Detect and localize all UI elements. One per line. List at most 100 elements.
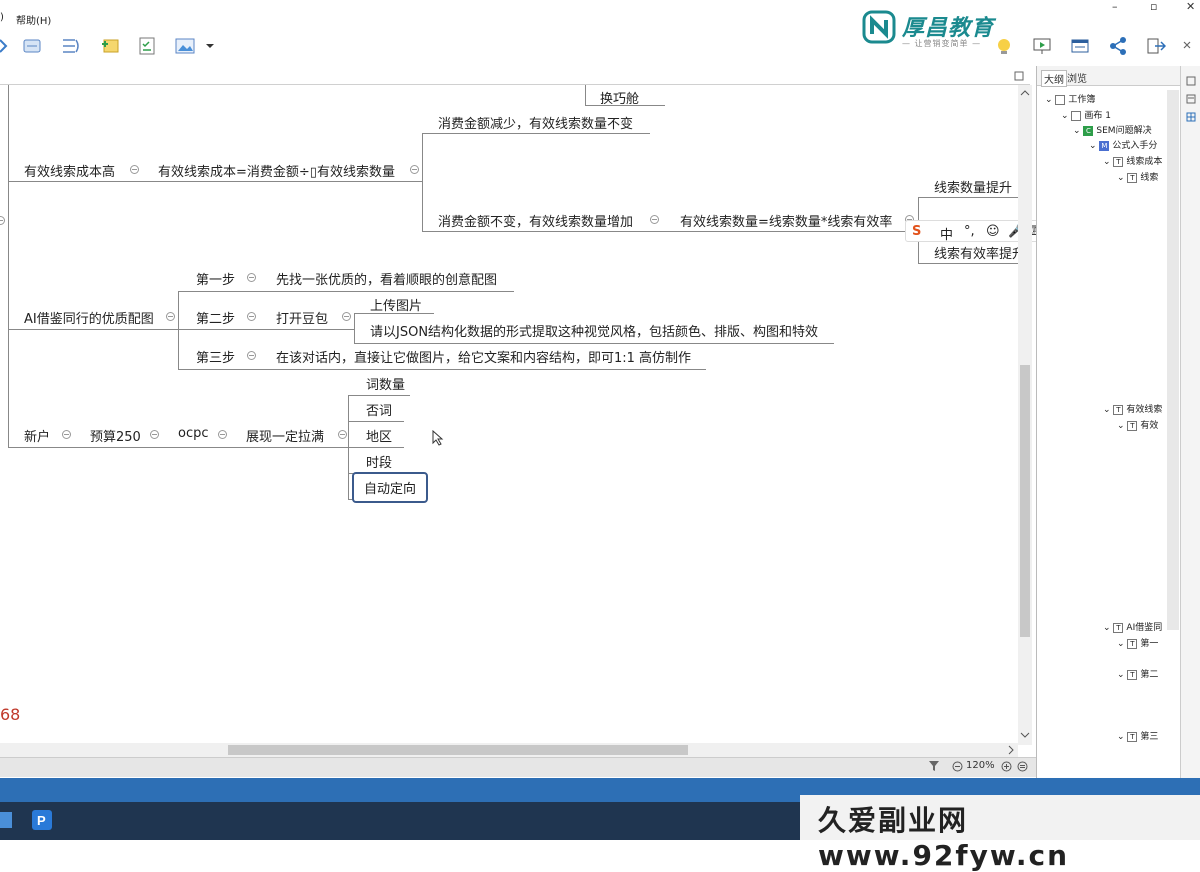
scroll-down-icon[interactable] bbox=[1020, 730, 1030, 740]
ime-logo-icon[interactable]: S bbox=[912, 224, 921, 239]
connector bbox=[585, 85, 586, 105]
more-icon[interactable] bbox=[1182, 40, 1192, 52]
node-new-item-1[interactable]: 词数量 bbox=[366, 374, 405, 393]
scroll-right-icon[interactable] bbox=[1006, 745, 1016, 755]
outline-row[interactable]: ⌄ 画布 1 bbox=[1061, 108, 1111, 121]
outline-row[interactable]: ⌄ T 有效线索 bbox=[1103, 402, 1162, 415]
grid-icon[interactable] bbox=[1186, 112, 1196, 122]
close-button[interactable]: ✕ bbox=[1186, 0, 1195, 13]
zoom-in-icon[interactable] bbox=[1001, 761, 1012, 772]
minimize-button[interactable]: – bbox=[1112, 0, 1118, 13]
notes-icon[interactable] bbox=[1186, 94, 1196, 104]
node-ai-root[interactable]: AI借鉴同行的优质配图 bbox=[24, 308, 154, 327]
outline-row[interactable]: ⌄ T 第二 bbox=[1117, 667, 1158, 680]
connector bbox=[178, 329, 354, 330]
node-cost-leaf2[interactable]: 线索有效率提升 bbox=[934, 243, 1018, 262]
outline-row[interactable]: ⌄ T 第三 bbox=[1117, 729, 1158, 742]
tab-browse[interactable]: 浏览 bbox=[1067, 70, 1087, 85]
collapse-toggle[interactable] bbox=[410, 165, 419, 174]
collapse-toggle[interactable] bbox=[342, 312, 351, 321]
outline-row[interactable]: ⌄ T 有效 bbox=[1117, 418, 1158, 431]
logo-slogan: — 让营销变简单 — bbox=[902, 39, 982, 48]
branch-icon[interactable] bbox=[0, 36, 8, 56]
menu-fragment[interactable]: ) bbox=[0, 12, 4, 23]
outline-row[interactable]: ⌄ T 线索 bbox=[1117, 170, 1158, 183]
collapse-toggle[interactable] bbox=[62, 430, 71, 439]
node-ai-step2-sub1[interactable]: 上传图片 bbox=[370, 295, 422, 314]
mindmap-canvas[interactable]: 换巧舱 有效线索成本高 有效线索成本=消费金额÷▯有效线索数量 消费金额减少，有… bbox=[0, 85, 1018, 745]
node-new-show[interactable]: 展现一定拉满 bbox=[246, 426, 324, 445]
node-new-ocpc[interactable]: ocpc bbox=[178, 426, 209, 441]
export-icon[interactable] bbox=[1146, 36, 1166, 56]
node-cost-formula2[interactable]: 有效线索数量=线索数量*线索有效率 bbox=[680, 211, 892, 230]
node-new-root[interactable]: 新户 bbox=[24, 426, 50, 445]
outline-row[interactable]: ⌄ 工作簿 bbox=[1045, 92, 1095, 105]
fit-zoom-icon[interactable] bbox=[1017, 761, 1028, 772]
node-cost-leaf1[interactable]: 线索数量提升 bbox=[934, 177, 1012, 196]
scroll-up-icon[interactable] bbox=[1020, 88, 1030, 98]
collapse-toggle[interactable] bbox=[247, 273, 256, 282]
share-icon[interactable] bbox=[1108, 36, 1128, 56]
node-new-item-3[interactable]: 地区 bbox=[366, 426, 392, 445]
outline-row[interactable]: ⌄ C SEM问题解决 bbox=[1073, 123, 1152, 136]
node-ai-step1-text[interactable]: 先找一张优质的，看着顺眼的创意配图 bbox=[276, 269, 497, 288]
maximize-canvas-icon[interactable] bbox=[1014, 71, 1024, 81]
image-icon[interactable] bbox=[175, 36, 195, 56]
boundary-icon[interactable] bbox=[60, 36, 80, 56]
menu-help[interactable]: 帮助(H) bbox=[16, 12, 51, 27]
vertical-scroll-thumb[interactable] bbox=[1020, 365, 1030, 637]
collapse-toggle[interactable] bbox=[218, 430, 227, 439]
collapse-toggle[interactable] bbox=[338, 430, 347, 439]
panel-tabs: 大纲 浏览 bbox=[1037, 66, 1181, 87]
cursor-icon bbox=[432, 430, 444, 446]
collapse-toggle[interactable] bbox=[247, 312, 256, 321]
zoom-out-icon[interactable] bbox=[952, 761, 963, 772]
collapse-toggle[interactable] bbox=[247, 351, 256, 360]
collapse-toggle[interactable] bbox=[150, 430, 159, 439]
node-ai-step3-text[interactable]: 在该对话内，直接让它做图片，给它文案和内容结构，即可1:1 高仿制作 bbox=[276, 347, 691, 366]
logo-mark-icon bbox=[862, 10, 896, 44]
task-icon[interactable] bbox=[137, 36, 157, 56]
outline-scrollbar[interactable] bbox=[1167, 90, 1179, 630]
partial-top-node[interactable]: 换巧舱 bbox=[600, 88, 639, 107]
relationship-icon[interactable] bbox=[22, 36, 42, 56]
node-new-item-2[interactable]: 否词 bbox=[366, 400, 392, 419]
node-ai-step2-sub2[interactable]: 请以JSON结构化数据的形式提取这种视觉风格，包括颜色、排版、构图和特效 bbox=[370, 321, 818, 340]
topic-icon: T bbox=[1113, 156, 1124, 167]
topic-icon: T bbox=[1113, 404, 1124, 415]
outline-row[interactable]: ⌄ T 线索成本 bbox=[1103, 154, 1162, 167]
side-dock bbox=[1180, 66, 1200, 782]
collapse-toggle[interactable] bbox=[0, 216, 5, 225]
ime-chinese-toggle[interactable]: 中 bbox=[940, 224, 953, 243]
dropdown-icon[interactable] bbox=[206, 42, 214, 50]
properties-icon[interactable] bbox=[1186, 76, 1196, 86]
collapse-toggle[interactable] bbox=[130, 165, 139, 174]
window-icon[interactable] bbox=[1070, 36, 1090, 56]
tab-outline[interactable]: 大纲 bbox=[1041, 70, 1067, 87]
node-cost-branch-b[interactable]: 消费金额不变，有效线索数量增加 bbox=[438, 211, 633, 230]
horizontal-scroll-thumb[interactable] bbox=[228, 745, 688, 755]
outline-row[interactable]: ⌄ T AI借鉴同 bbox=[1103, 620, 1162, 633]
present-icon[interactable] bbox=[1032, 36, 1052, 56]
taskbar-pdf-app-icon[interactable]: P bbox=[32, 810, 52, 830]
node-new-item-4[interactable]: 时段 bbox=[366, 452, 392, 471]
restore-button[interactable]: ▫ bbox=[1150, 0, 1157, 13]
outline-row[interactable]: ⌄ T 第一 bbox=[1117, 636, 1158, 649]
node-ai-step3[interactable]: 第三步 bbox=[196, 347, 235, 366]
outline-row[interactable]: ⌄ M 公式入手分 bbox=[1089, 138, 1157, 151]
filter-icon[interactable] bbox=[928, 760, 940, 772]
node-cost-root[interactable]: 有效线索成本高 bbox=[24, 161, 115, 180]
node-ai-step2[interactable]: 第二步 bbox=[196, 308, 235, 327]
taskbar-app-icon[interactable] bbox=[0, 810, 14, 830]
collapse-toggle[interactable] bbox=[166, 312, 175, 321]
node-ai-step1[interactable]: 第一步 bbox=[196, 269, 235, 288]
node-new-budget[interactable]: 预算250 bbox=[90, 426, 141, 445]
node-cost-branch-a[interactable]: 消费金额减少，有效线索数量不变 bbox=[438, 113, 633, 132]
collapse-toggle[interactable] bbox=[650, 215, 659, 224]
ime-emoji-icon[interactable]: ☺ bbox=[986, 224, 1000, 239]
ime-punct-icon[interactable]: °, bbox=[964, 224, 975, 239]
node-cost-formula[interactable]: 有效线索成本=消费金额÷▯有效线索数量 bbox=[158, 161, 395, 180]
node-new-item-5-selected[interactable]: 自动定向 bbox=[352, 472, 429, 503]
note-icon[interactable] bbox=[100, 36, 120, 56]
node-ai-step2-text[interactable]: 打开豆包 bbox=[276, 308, 328, 327]
